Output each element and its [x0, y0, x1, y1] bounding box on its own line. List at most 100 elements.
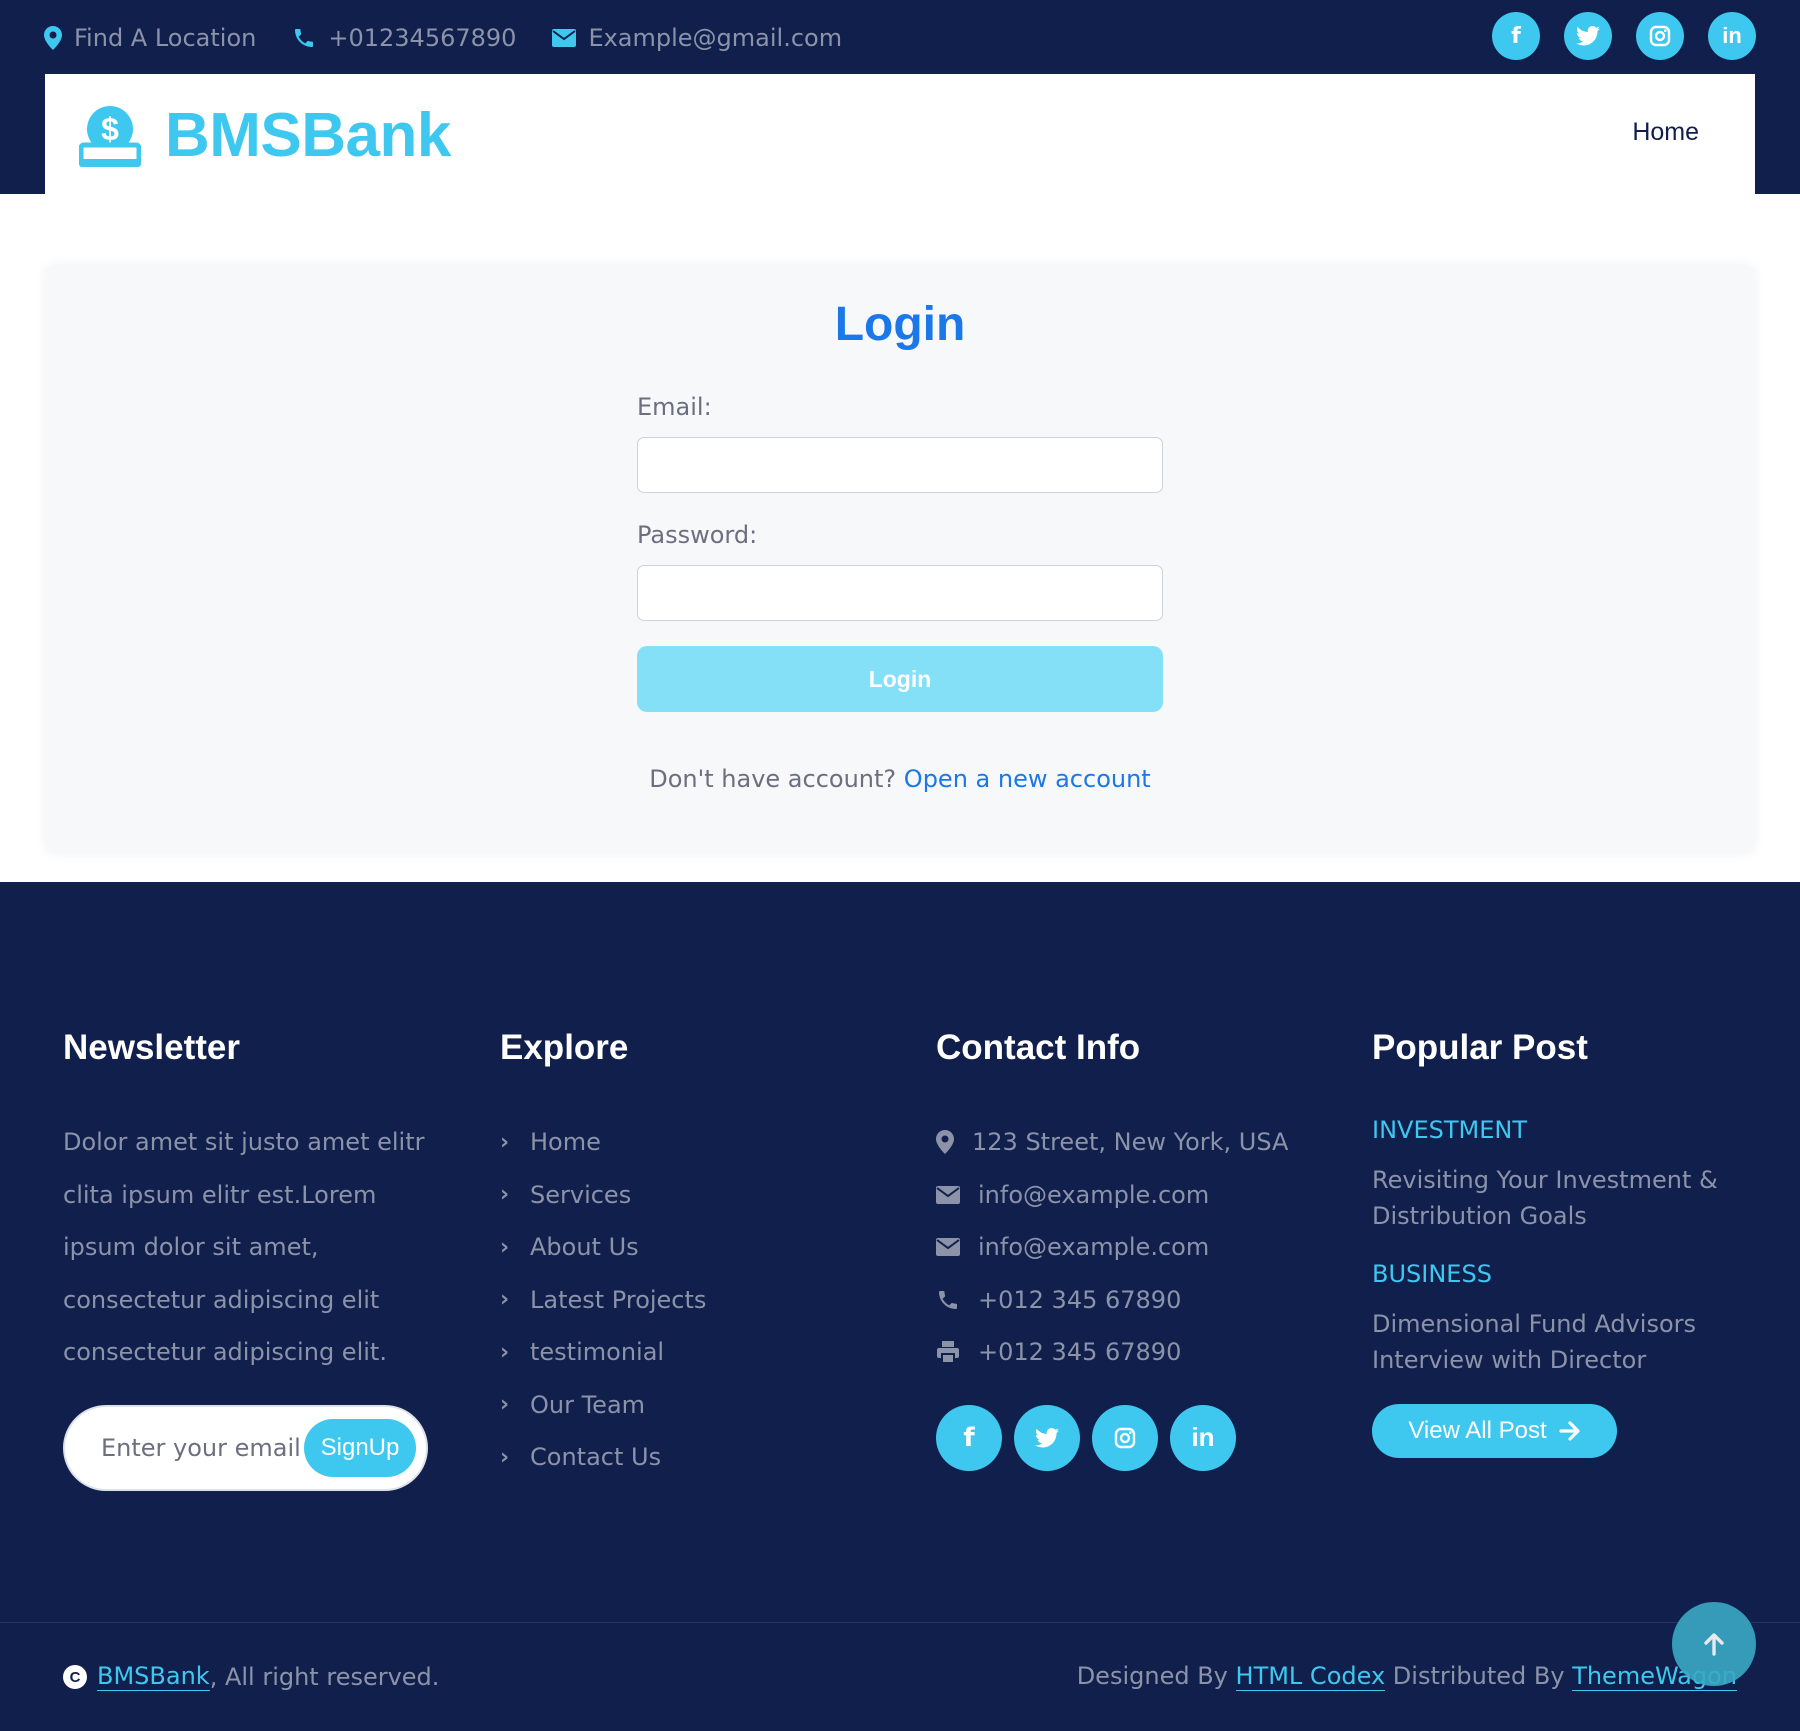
explore-link-projects[interactable]: › Latest Projects — [500, 1274, 880, 1327]
newsletter-text: Dolor amet sit justo amet elitr clita ip… — [63, 1128, 425, 1366]
arrow-up-icon — [1704, 1633, 1724, 1656]
linkedin-icon[interactable]: in — [1708, 12, 1756, 60]
chevron-right-icon: › — [500, 1234, 510, 1260]
facebook-icon[interactable]: f — [936, 1404, 1002, 1471]
view-all-post-label: View All Post — [1408, 1417, 1547, 1444]
post-category[interactable]: BUSINESS — [1372, 1260, 1752, 1288]
contact-email-2[interactable]: info@example.com — [936, 1221, 1336, 1274]
distributed-by-text: Distributed By — [1392, 1662, 1565, 1690]
location-item[interactable]: Find A Location — [44, 24, 256, 52]
designed-by-text: Designed By — [1076, 1662, 1228, 1690]
popular-post-title: Popular Post — [1372, 1028, 1588, 1067]
envelope-icon — [936, 1238, 960, 1257]
email-text: Example@gmail.com — [588, 24, 843, 52]
post-title[interactable]: Dimensional Fund Advisors Interview with… — [1372, 1306, 1752, 1378]
navbar: $ BMSBank Home — [45, 74, 1755, 194]
chevron-right-icon: › — [500, 1182, 510, 1208]
explore-link-contact[interactable]: › Contact Us — [500, 1431, 880, 1484]
contact-address-text: 123 Street, New York, USA — [972, 1128, 1289, 1157]
view-all-post-button[interactable]: View All Post — [1372, 1404, 1617, 1458]
contact-phone-text: +012 345 67890 — [978, 1285, 1182, 1314]
contact-column: Contact Info 123 Street, New York, USA i… — [936, 1028, 1336, 1471]
contact-fax-text: +012 345 67890 — [978, 1338, 1182, 1367]
chevron-right-icon: › — [500, 1392, 510, 1418]
phone-icon — [939, 1290, 957, 1309]
post-title[interactable]: Revisiting Your Investment & Distributio… — [1372, 1162, 1752, 1234]
footer-social-links: f in — [936, 1404, 1336, 1471]
contact-email-text: info@example.com — [978, 1180, 1210, 1209]
explore-link-label: testimonial — [530, 1338, 665, 1367]
contact-list: 123 Street, New York, USA info@example.c… — [936, 1116, 1336, 1379]
facebook-icon[interactable]: f — [1492, 12, 1540, 60]
explore-link-about[interactable]: › About Us — [500, 1221, 880, 1274]
contact-email-text: info@example.com — [978, 1233, 1210, 1262]
instagram-icon[interactable] — [1636, 12, 1684, 60]
money-bag-icon: $ — [79, 105, 141, 167]
chevron-right-icon: › — [500, 1444, 510, 1470]
newsletter-email-input[interactable]: Enter your email — [101, 1434, 301, 1462]
instagram-icon[interactable] — [1092, 1404, 1158, 1471]
phone-icon — [295, 29, 314, 47]
linkedin-icon[interactable]: in — [1170, 1404, 1236, 1471]
open-account-link[interactable]: Open a new account — [904, 765, 1151, 793]
phone-item[interactable]: +01234567890 — [292, 24, 516, 52]
login-title: Login — [834, 298, 966, 351]
twitter-icon[interactable] — [1564, 12, 1612, 60]
newsletter-title: Newsletter — [63, 1028, 241, 1067]
credits: Designed By HTML Codex Distributed By Th… — [1076, 1662, 1737, 1691]
email-item[interactable]: Example@gmail.com — [552, 24, 842, 52]
email-input[interactable] — [637, 437, 1163, 493]
chevron-right-icon: › — [500, 1129, 510, 1155]
arrow-right-icon — [1559, 1421, 1580, 1441]
back-to-top-button[interactable] — [1672, 1602, 1756, 1686]
footer-divider — [0, 1622, 1800, 1623]
password-input[interactable] — [637, 565, 1163, 621]
svg-text:$: $ — [101, 111, 119, 147]
login-button[interactable]: Login — [637, 646, 1163, 712]
designer-link[interactable]: HTML Codex — [1235, 1662, 1386, 1691]
map-marker-icon — [936, 1130, 954, 1155]
envelope-icon — [552, 29, 577, 47]
top-contact-info: Find A Location +01234567890 Example@gma… — [44, 22, 878, 54]
envelope-icon — [936, 1185, 960, 1204]
phone-text: +01234567890 — [328, 24, 517, 52]
contact-title: Contact Info — [936, 1028, 1141, 1067]
explore-link-services[interactable]: › Services — [500, 1169, 880, 1222]
email-label: Email: — [637, 393, 712, 421]
explore-link-testimonial[interactable]: › testimonial — [500, 1326, 880, 1379]
explore-link-label: Services — [530, 1180, 632, 1209]
contact-fax: +012 345 67890 — [936, 1326, 1336, 1379]
brand-logo[interactable]: $ BMSBank — [79, 100, 451, 171]
contact-phone[interactable]: +012 345 67890 — [936, 1274, 1336, 1327]
nav-home-link[interactable]: Home — [1632, 118, 1699, 147]
copyright: C BMSBank , All right reserved. — [63, 1662, 439, 1691]
top-social-links: f in — [1468, 12, 1756, 60]
popular-post-column: Popular Post INVESTMENT Revisiting Your … — [1372, 1028, 1752, 1458]
copyright-brand-link[interactable]: BMSBank — [97, 1662, 210, 1691]
login-panel: Login Email: Password: Login Don't have … — [45, 265, 1755, 853]
contact-address: 123 Street, New York, USA — [936, 1116, 1336, 1169]
explore-link-home[interactable]: › Home — [500, 1116, 880, 1169]
twitter-icon[interactable] — [1014, 1404, 1080, 1471]
brand-name: BMSBank — [165, 101, 451, 170]
newsletter-column: Newsletter Dolor amet sit justo amet eli… — [63, 1028, 443, 1491]
printer-icon — [937, 1341, 959, 1365]
chevron-right-icon: › — [500, 1339, 510, 1365]
explore-link-label: Home — [530, 1128, 601, 1157]
svg-text:C: C — [70, 1669, 81, 1686]
post-category[interactable]: INVESTMENT — [1372, 1116, 1752, 1144]
contact-email-1[interactable]: info@example.com — [936, 1169, 1336, 1222]
explore-link-team[interactable]: › Our Team — [500, 1379, 880, 1432]
explore-link-label: Latest Projects — [530, 1285, 707, 1314]
explore-link-label: About Us — [530, 1233, 639, 1262]
no-account-text: Don't have account? — [649, 765, 897, 793]
password-label: Password: — [637, 521, 758, 549]
footer: Newsletter Dolor amet sit justo amet eli… — [0, 882, 1800, 1731]
explore-link-label: Our Team — [530, 1390, 646, 1419]
explore-list: › Home › Services › About Us › Latest Projec… — [500, 1116, 880, 1484]
explore-column: Explore › Home › Services › About Us › Lates… — [500, 1028, 880, 1484]
map-marker-icon — [44, 26, 62, 50]
newsletter-form: Enter your email SignUp — [63, 1404, 428, 1491]
copyright-icon: C — [63, 1664, 87, 1689]
signup-button[interactable]: SignUp — [304, 1418, 416, 1477]
